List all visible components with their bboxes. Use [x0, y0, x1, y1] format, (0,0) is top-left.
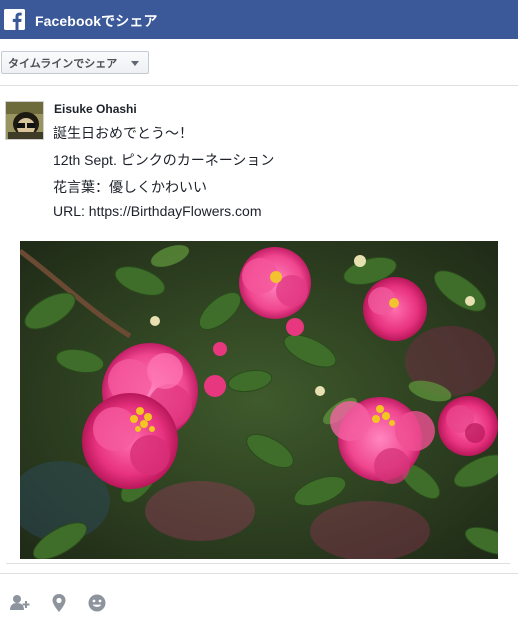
post-text-line: 誕生日おめでとう～！ — [53, 125, 193, 141]
divider — [6, 563, 510, 564]
post-text-line: URL: https://BirthdayFlowers.com — [53, 203, 262, 219]
chevron-down-icon — [131, 61, 139, 66]
divider — [0, 85, 518, 86]
post-author: Eisuke Ohashi — [54, 102, 137, 116]
post-photo — [20, 241, 498, 559]
post-text-line: 12th Sept. ピンクのカーネーション — [53, 152, 275, 168]
tag-friends-icon[interactable] — [9, 592, 31, 614]
feeling-emoji-icon[interactable] — [86, 592, 108, 614]
share-target-dropdown[interactable]: タイムラインでシェア — [1, 51, 149, 74]
divider — [0, 573, 518, 574]
avatar — [5, 101, 44, 140]
facebook-f-icon — [4, 9, 25, 30]
location-pin-icon[interactable] — [48, 592, 70, 614]
dialog-title: Facebookでシェア — [35, 13, 158, 29]
dialog-header: Facebookでシェア — [0, 0, 518, 39]
share-target-label: タイムラインでシェア — [8, 57, 118, 70]
post-text-line: 花言葉：優しくかわいい — [53, 179, 207, 195]
